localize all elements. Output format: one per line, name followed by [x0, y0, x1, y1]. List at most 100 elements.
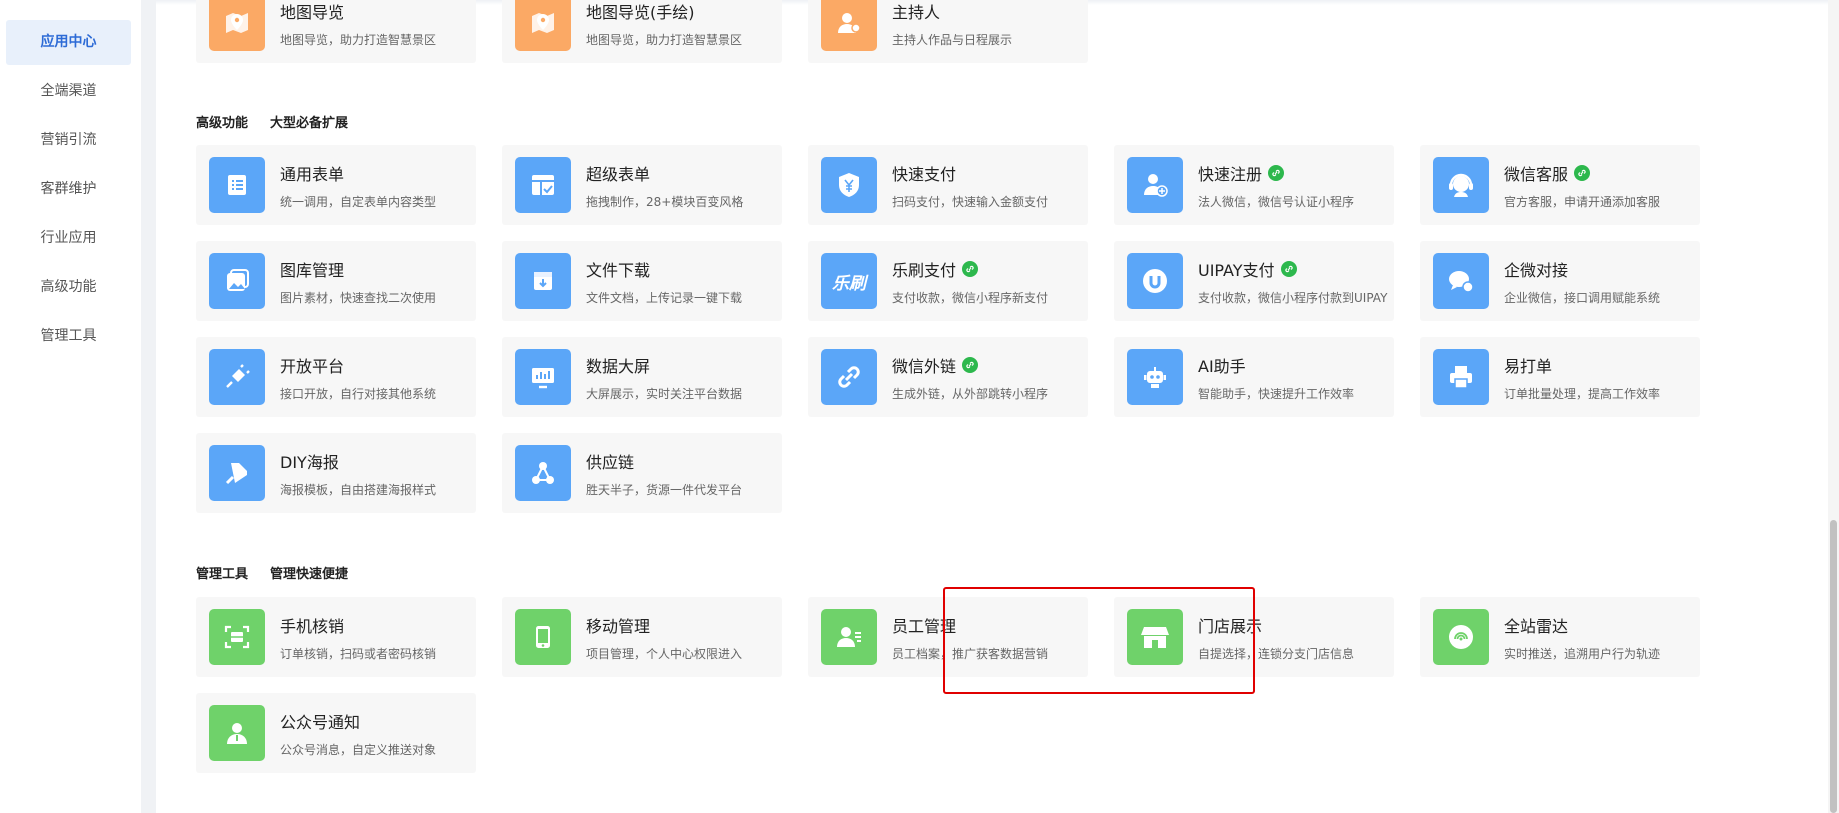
card-desc: 地图导览，助力打造智慧景区 [280, 33, 437, 47]
card-title: 易打单 [1504, 357, 1553, 376]
link-icon [962, 357, 979, 373]
store-icon [1127, 609, 1183, 665]
sidebar-item-advanced[interactable]: 高级功能 [6, 265, 131, 310]
card-desc: 地图导览，助力打造智慧景区 [586, 33, 743, 47]
main-content: 地图导览 地图导览，助力打造智慧景区 地图导览(手绘) 地图导览，助力打造智慧景… [156, 0, 1828, 813]
card-desc: 公众号消息，自定义推送对象 [280, 743, 437, 757]
card-desc: 拖拽制作，28+模块百变风格 [586, 195, 744, 209]
sidebar: 应用中心 全端渠道 营销引流 客群维护 行业应用 高级功能 管理工具 [0, 0, 141, 813]
sidebar-item-all-channels[interactable]: 全端渠道 [6, 69, 131, 114]
card-title: 乐刷支付 [892, 261, 957, 280]
card-mobile-manage[interactable]: 移动管理 项目管理，个人中心权限进入 [502, 597, 782, 677]
card-desc: 智能助手，快速提升工作效率 [1198, 387, 1355, 401]
card-title: UIPAY支付 [1198, 261, 1275, 280]
card-desc: 统一调用，自定表单内容类型 [280, 195, 437, 209]
card-title: 开放平台 [280, 357, 345, 376]
card-site-radar[interactable]: 全站雷达 实时推送，追溯用户行为轨迹 [1420, 597, 1700, 677]
card-host[interactable]: 主持人 主持人作品与日程展示 [808, 0, 1088, 63]
section-subtitle: 管理快速便捷 [270, 567, 349, 582]
card-quick-pay[interactable]: 快速支付 扫码支付，快速输入金额支付 [808, 145, 1088, 225]
leshua-logo-icon: 乐刷 [821, 253, 877, 309]
wecom-icon [1433, 253, 1489, 309]
card-supply-chain[interactable]: 供应链 胜天半子，货源一件代发平台 [502, 433, 782, 513]
card-wechat-service[interactable]: 微信客服 官方客服，申请开通添加客服 [1420, 145, 1700, 225]
section-title-tools: 管理工具 管理快速便捷 [196, 563, 370, 582]
link-icon [1268, 165, 1285, 181]
yen-shield-icon [821, 157, 877, 213]
brush-icon [209, 445, 265, 501]
card-open-platform[interactable]: 开放平台 接口开放，自行对接其他系统 [196, 337, 476, 417]
card-mp-notice[interactable]: 公众号通知 公众号消息，自定义推送对象 [196, 693, 476, 773]
card-desc: 法人微信，微信号认证小程序 [1198, 195, 1355, 209]
card-quick-register[interactable]: 快速注册 法人微信，微信号认证小程序 [1114, 145, 1394, 225]
sidebar-item-industry[interactable]: 行业应用 [6, 216, 131, 261]
card-data-screen[interactable]: 数据大屏 大屏展示，实时关注平台数据 [502, 337, 782, 417]
card-mobile-verify[interactable]: 手机核销 订单核销，扫码或者密码核销 [196, 597, 476, 677]
card-desc: 支付收款，微信小程序付款到UIPAY [1198, 291, 1388, 305]
card-desc: 图片素材，快速查找二次使用 [280, 291, 437, 305]
card-title: 快速支付 [892, 165, 957, 184]
section-subtitle: 大型必备扩展 [270, 116, 349, 131]
card-title: 快速注册 [1198, 165, 1263, 184]
printer-icon [1433, 349, 1489, 405]
card-title: 通用表单 [280, 165, 345, 184]
card-desc: 自提选择，连锁分支门店信息 [1198, 647, 1355, 661]
section-title-advanced: 高级功能 大型必备扩展 [196, 112, 370, 131]
card-file-download[interactable]: 文件下载 文件文档，上传记录一键下载 [502, 241, 782, 321]
card-map-guide-hand[interactable]: 地图导览(手绘) 地图导览，助力打造智慧景区 [502, 0, 782, 63]
card-wechat-link[interactable]: 微信外链 生成外链，从外部跳转小程序 [808, 337, 1088, 417]
card-diy-poster[interactable]: DIY海报 海报模板，自由搭建海报样式 [196, 433, 476, 513]
card-desc: 大屏展示，实时关注平台数据 [586, 387, 743, 401]
card-desc: 文件文档，上传记录一键下载 [586, 291, 743, 305]
card-title: 图库管理 [280, 261, 345, 280]
card-desc: 实时推送，追溯用户行为轨迹 [1504, 647, 1661, 661]
card-gallery[interactable]: 图库管理 图片素材，快速查找二次使用 [196, 241, 476, 321]
card-title: 手机核销 [280, 617, 345, 636]
card-desc: 企业微信，接口调用赋能系统 [1504, 291, 1661, 305]
card-desc: 主持人作品与日程展示 [892, 33, 1013, 47]
card-general-form[interactable]: 通用表单 统一调用，自定表单内容类型 [196, 145, 476, 225]
card-title: 地图导览(手绘) [586, 3, 695, 22]
card-staff-manage[interactable]: 员工管理 员工档案，推广获客数据营销 [808, 597, 1088, 677]
sidebar-item-tools[interactable]: 管理工具 [6, 314, 131, 359]
map-icon [515, 0, 571, 51]
monitor-chart-icon [515, 349, 571, 405]
link-icon [962, 261, 979, 277]
staff-icon [821, 609, 877, 665]
card-desc: 订单批量处理，提高工作效率 [1504, 387, 1661, 401]
card-desc: 员工档案，推广获客数据营销 [892, 647, 1049, 661]
robot-icon [1127, 349, 1183, 405]
card-desc: 生成外链，从外部跳转小程序 [892, 387, 1049, 401]
card-title: 门店展示 [1198, 617, 1263, 636]
card-title: 地图导览 [280, 3, 345, 22]
sidebar-item-marketing[interactable]: 营销引流 [6, 118, 131, 163]
scrollbar-thumb[interactable] [1830, 520, 1837, 813]
section-title: 高级功能 [196, 116, 249, 131]
card-wecom-dock[interactable]: 企微对接 企业微信，接口调用赋能系统 [1420, 241, 1700, 321]
card-desc: 订单核销，扫码或者密码核销 [280, 647, 437, 661]
card-title: 全站雷达 [1504, 617, 1569, 636]
card-store-display[interactable]: 门店展示 自提选择，连锁分支门店信息 [1114, 597, 1394, 677]
card-title: DIY海报 [280, 453, 339, 472]
card-map-guide[interactable]: 地图导览 地图导览，助力打造智慧景区 [196, 0, 476, 63]
form-icon [515, 157, 571, 213]
plug-icon [209, 349, 265, 405]
card-desc: 胜天半子，货源一件代发平台 [586, 483, 743, 497]
link-icon [1280, 261, 1297, 277]
card-title: 文件下载 [586, 261, 651, 280]
card-desc: 支付收款，微信小程序新支付 [892, 291, 1049, 305]
card-leshua-pay[interactable]: 乐刷 乐刷支付 支付收款，微信小程序新支付 [808, 241, 1088, 321]
card-desc: 扫码支付，快速输入金额支付 [892, 195, 1049, 209]
card-title: 公众号通知 [280, 713, 361, 732]
card-desc: 接口开放，自行对接其他系统 [280, 387, 437, 401]
list-icon [209, 157, 265, 213]
network-icon [515, 445, 571, 501]
card-ai-assistant[interactable]: AI助手 智能助手，快速提升工作效率 [1114, 337, 1394, 417]
sidebar-item-customer[interactable]: 客群维护 [6, 167, 131, 212]
sidebar-item-app-center[interactable]: 应用中心 [6, 20, 131, 65]
card-super-form[interactable]: 超级表单 拖拽制作，28+模块百变风格 [502, 145, 782, 225]
card-easy-print[interactable]: 易打单 订单批量处理，提高工作效率 [1420, 337, 1700, 417]
card-uipay[interactable]: UIPAY支付 支付收款，微信小程序付款到UIPAY [1114, 241, 1394, 321]
headset-icon [1433, 157, 1489, 213]
card-title: 超级表单 [586, 165, 651, 184]
